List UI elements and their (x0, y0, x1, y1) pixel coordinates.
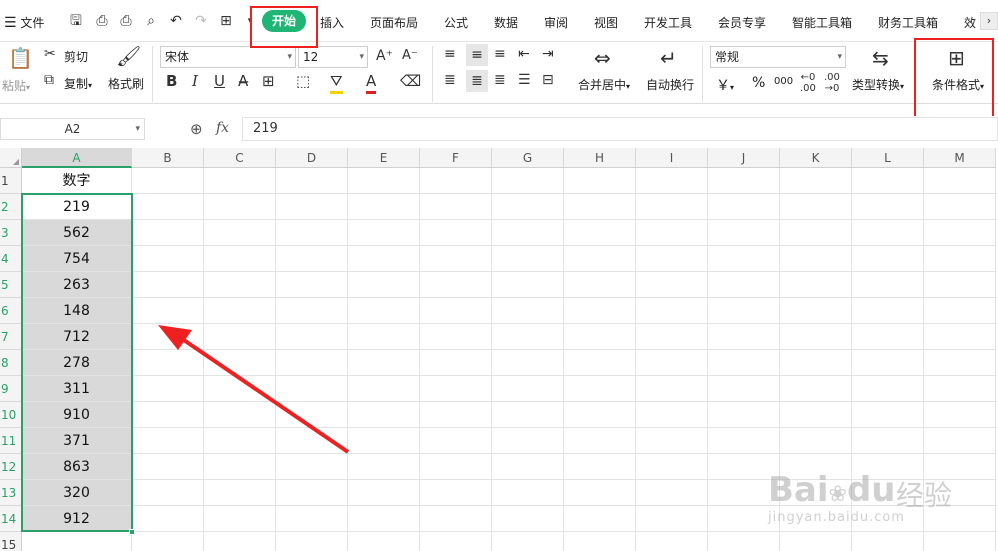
watermark-brand2: du (846, 470, 896, 510)
watermark-cn: 经验 (896, 479, 953, 512)
annotation-arrow (158, 325, 350, 454)
watermark-logo: Bai❀du (768, 470, 896, 510)
watermark: Bai❀du 经验 jingyan.baidu.com (768, 470, 988, 530)
arrow-shaft (173, 332, 350, 454)
paw-icon: ❀ (828, 482, 847, 507)
watermark-url: jingyan.baidu.com (768, 510, 905, 525)
watermark-brand: Bai (768, 470, 829, 510)
arrow-head-icon (158, 325, 192, 350)
